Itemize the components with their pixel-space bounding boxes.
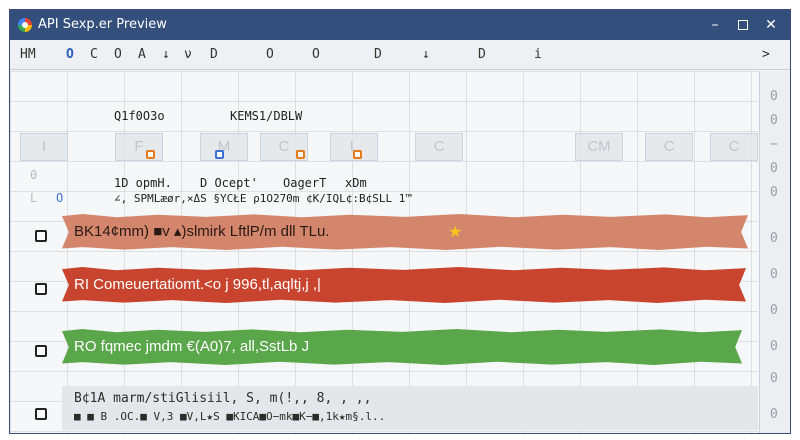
row-text-line-1: B¢1A marm/stiGlisiil, S, m(!,, 8, , ,, [74,391,372,406]
row-checkbox[interactable] [35,345,47,357]
window-title: API Sexp.er Preview [38,17,167,32]
scroll-marker: 0 [770,303,778,318]
scroll-marker: 0 [770,339,778,354]
app-window: API Sexp.er Preview – ✕ HM O C O A ↓ ν D… [9,9,791,434]
toolbar-download-icon[interactable]: ↓ [162,47,170,63]
ghost-cell: CM [575,133,623,161]
scroll-marker: 0 [770,89,778,104]
sub-label-3: OagerT [283,176,327,190]
close-icon: ✕ [765,17,777,33]
toolbar-item-8[interactable]: O [266,47,274,63]
toolbar-item-7[interactable]: D [210,47,218,63]
column-title-1: Q1f0O3o [114,109,165,123]
row-band-gray[interactable]: B¢1A marm/stiGlisiil, S, m(!,, 8, , ,, ■… [62,386,758,430]
maximize-button[interactable] [730,15,756,35]
toolbar-item-2[interactable]: C [90,47,98,63]
left-marker: 0 [30,168,38,182]
column-marker-orange [296,150,305,159]
row-band-orange[interactable]: BK14¢mm) ■v ▴)slmirk LftlP/m dll TLu. [62,214,748,250]
scroll-marker: 0 [770,267,778,282]
list-row[interactable]: B¢1A marm/stiGlisiil, S, m(!,, 8, , ,, ■… [10,386,758,433]
column-marker-orange [146,150,155,159]
toolbar-item-12[interactable]: D [478,47,486,63]
toolbar-item-10[interactable]: D [374,47,382,63]
ghost-cell: F [115,133,163,161]
app-logo-icon [18,18,32,32]
scroll-marker: 0 [770,371,778,386]
scroll-marker: 0 [770,185,778,200]
toolbar-info-icon[interactable]: i [534,47,542,63]
column-marker-orange [353,150,362,159]
toolbar: HM O C O A ↓ ν D O O D ↓ D i > [10,40,790,70]
toolbar-item-3[interactable]: O [114,47,122,63]
row-checkbox[interactable] [35,408,47,420]
toolbar-arrow-down-icon[interactable]: ↓ [422,47,430,63]
column-title-2: KEMS1/DBLW [230,109,303,123]
ghost-header-row: I F M C L C CM C C [10,131,758,163]
scroll-marker: 0 [770,161,778,176]
row-text-line-2: ■ ■ B .OC.■ V,3 ■V,L★S ■KICA■O−mk■K−■,1k… [74,410,386,423]
toolbar-item-1[interactable]: O [66,47,74,63]
list-row[interactable]: RO fqmec jmdm €(A0)7, all,SstLb J [10,329,758,371]
left-marker: L [30,191,38,205]
sub-label-1: 1D opmH. [114,176,172,190]
title-bar: API Sexp.er Preview – ✕ [10,10,790,40]
list-row[interactable]: RI Comeuertatiomt.<o j 996,tl,aqltj,j ,| [10,267,758,309]
content-area: Q1f0O3o KEMS1/DBLW I F M C L C CM C C 1D… [10,71,758,433]
row-checkbox[interactable] [35,283,47,295]
row-band-red[interactable]: RI Comeuertatiomt.<o j 996,tl,aqltj,j ,| [62,267,746,303]
toolbar-item-home[interactable]: HM [20,47,36,63]
close-button[interactable]: ✕ [758,15,784,35]
maximize-icon [738,20,748,30]
list-row[interactable]: BK14¢mm) ■v ▴)slmirk LftlP/m dll TLu. ★ [10,214,758,256]
star-icon: ★ [448,222,463,241]
scroll-marker: 0 [770,231,778,246]
scroll-marker: 0 [770,407,778,422]
row-band-green[interactable]: RO fqmec jmdm €(A0)7, all,SstLb J [62,329,742,365]
toolbar-chevron-right-icon[interactable]: > [762,47,770,63]
ghost-cell: M [200,133,248,161]
column-marker-blue [215,150,224,159]
ghost-cell: C [645,133,693,161]
scroll-marker: 0 [770,113,778,128]
sub-label-2: D Ocept' [200,176,258,190]
row-checkbox[interactable] [35,230,47,242]
ghost-cell: C [710,133,758,161]
minimize-icon: – [711,17,719,33]
left-marker: O [56,191,64,205]
ghost-cell: I [20,133,68,161]
toolbar-item-6[interactable]: ν [184,47,192,63]
minimize-button[interactable]: – [702,15,728,35]
sub-label-4: xDm [345,176,367,190]
toolbar-item-4[interactable]: A [138,47,146,63]
vertical-scrollbar[interactable]: 0 0 − 0 0 0 0 0 0 0 0 [759,71,790,433]
sub-values-line: ∠, SPMLæør,×ΔS §YCŁE ρ1O270m ¢K/IQL¢:B¢S… [114,192,413,205]
toolbar-item-9[interactable]: O [312,47,320,63]
ghost-cell: C [415,133,463,161]
scroll-marker: − [770,137,778,152]
